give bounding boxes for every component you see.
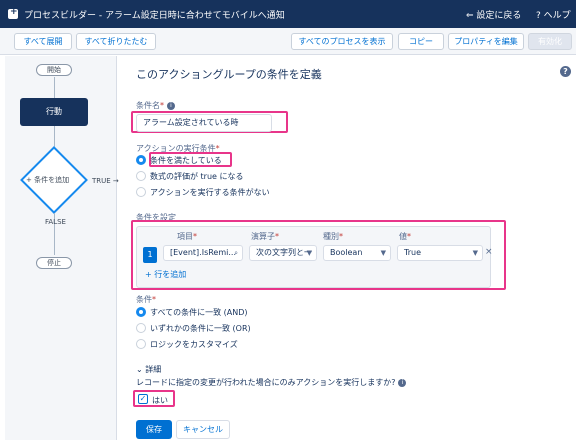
radio-dot (136, 307, 146, 317)
copy-button[interactable]: コピー (398, 33, 444, 50)
search-icon: ⌕ (234, 249, 238, 257)
value-value: True (404, 248, 421, 257)
type-header-text: 種別 (323, 232, 339, 241)
type-select[interactable]: Boolean ▼ (323, 245, 391, 261)
chevron-down-icon: ▼ (380, 249, 386, 257)
help-label: ヘルプ (543, 11, 571, 21)
required-marker: * (160, 101, 164, 110)
radio-label: 数式の評価が true になる (150, 172, 244, 181)
show-all-processes-button[interactable]: すべてのプロセスを表示 (291, 33, 393, 50)
plus-icon: + (145, 270, 152, 279)
operator-column-header: 演算子* (251, 231, 279, 242)
criteria-name-label: 条件名* i (136, 100, 175, 111)
radio-label: 条件を満たしている (150, 156, 222, 165)
field-value: [Event].IsRemi... (170, 248, 236, 257)
required-marker: * (152, 295, 156, 304)
add-row-text: 行を追加 (154, 270, 187, 279)
edit-properties-button[interactable]: プロパティを編集 (448, 33, 524, 50)
info-icon: i (167, 102, 175, 110)
start-node[interactable]: 開始 (36, 64, 72, 76)
connector-line (54, 126, 55, 148)
row-number-badge: 1 (143, 247, 157, 263)
logic-label: 条件* (136, 294, 156, 305)
criteria-name-text: 条件名 (136, 101, 160, 110)
activate-button[interactable]: 有効化 (528, 33, 572, 50)
true-text: TRUE (92, 177, 111, 185)
radio-dot (136, 323, 146, 333)
operator-select[interactable]: 次の文字列と一 ▼ (249, 245, 317, 261)
changes-question-text: レコードに指定の変更が行われた場合にのみアクションを実行しますか? (136, 378, 396, 387)
false-branch-label: FALSE (45, 218, 66, 226)
app-header: プロセスビルダー - アラーム設定日時に合わせてモバイルへ通知 ⇐ 設定に戻る … (0, 0, 576, 28)
add-criteria-text: 条件を追加 (34, 176, 70, 184)
yes-label: はい (152, 396, 168, 405)
radio-formula-true[interactable]: 数式の評価が true になる (136, 171, 244, 182)
conditions-table: 項目* 演算子* 種別* 値* 1 [Event].IsRemi... ⌕ 次の文… (136, 226, 493, 288)
radio-label: ロジックをカスタマイズ (150, 340, 238, 349)
changes-question: レコードに指定の変更が行われた場合にのみアクションを実行しますか? i (136, 377, 407, 388)
radio-any-or[interactable]: いずれかの条件に一致 (OR) (136, 323, 251, 334)
value-column-header: 値* (399, 231, 411, 242)
field-column-header: 項目* (177, 231, 197, 242)
radio-conditions-met[interactable]: 条件を満たしている (136, 155, 222, 166)
radio-dot (136, 339, 146, 349)
cancel-button[interactable]: キャンセル (176, 420, 230, 439)
required-marker: * (275, 232, 279, 241)
arrow-right-icon: → (112, 177, 119, 185)
chevron-down-icon: ⌄ (136, 365, 143, 374)
save-button[interactable]: 保存 (136, 420, 172, 439)
radio-no-criteria[interactable]: アクションを実行する条件がない (136, 187, 270, 198)
yes-checkbox[interactable]: ✓ (138, 394, 148, 404)
connector-line (54, 77, 55, 98)
page-title: プロセスビルダー - アラーム設定日時に合わせてモバイルへ通知 (24, 10, 285, 21)
criteria-panel: このアクショングループの条件を定義 ? 条件名* i アラーム設定されている時 ア… (124, 56, 576, 440)
radio-label: いずれかの条件に一致 (OR) (150, 324, 251, 333)
radio-label: すべての条件に一致 (AND) (150, 308, 248, 317)
radio-dot (136, 155, 146, 165)
collapse-all-button[interactable]: すべて折りたたむ (76, 33, 156, 50)
field-select[interactable]: [Event].IsRemi... ⌕ (163, 245, 243, 261)
radio-all-and[interactable]: すべての条件に一致 (AND) (136, 307, 248, 318)
criteria-name-input[interactable]: アラーム設定されている時 (136, 114, 272, 132)
help-link[interactable]: ? ヘルプ (536, 8, 571, 21)
chevron-down-icon: ▼ (472, 249, 478, 257)
radio-label: アクションを実行する条件がない (150, 188, 270, 197)
toolbar: すべて展開 すべて折りたたむ すべてのプロセスを表示 コピー プロパティを編集 … (0, 28, 576, 55)
expand-all-button[interactable]: すべて展開 (14, 33, 72, 50)
required-marker: * (407, 232, 411, 241)
details-toggle[interactable]: ⌄ 詳細 (136, 364, 161, 375)
operator-header-text: 演算子 (251, 232, 275, 241)
back-to-setup-label: 設定に戻る (476, 11, 522, 21)
info-icon: i (398, 379, 407, 387)
process-builder-icon (8, 7, 18, 19)
add-row-link[interactable]: + 行を追加 (145, 269, 186, 280)
required-marker: * (193, 232, 197, 241)
logic-text: 条件 (136, 295, 152, 304)
delete-row-icon[interactable]: × (485, 247, 493, 257)
true-branch-label: TRUE → (92, 177, 119, 185)
radio-dot (136, 187, 146, 197)
chevron-down-icon: ▼ (306, 249, 312, 257)
field-header-text: 項目 (177, 232, 193, 241)
stop-node[interactable]: 停止 (36, 257, 72, 269)
type-value: Boolean (330, 248, 363, 257)
details-text: 詳細 (145, 365, 162, 374)
value-select[interactable]: True ▼ (397, 245, 483, 261)
help-icon: ? (536, 11, 541, 21)
add-criteria-label[interactable]: + 条件を追加 (26, 175, 69, 185)
back-to-setup-link[interactable]: ⇐ 設定に戻る (466, 8, 521, 21)
type-column-header: 種別* (323, 231, 343, 242)
radio-custom-logic[interactable]: ロジックをカスタマイズ (136, 339, 238, 350)
help-icon[interactable]: ? (560, 66, 571, 77)
required-marker: * (339, 232, 343, 241)
operator-value: 次の文字列と一 (256, 248, 312, 257)
radio-dot (136, 171, 146, 181)
action-group-node[interactable]: 行動 (20, 98, 88, 126)
process-canvas: 開始 行動 + 条件を追加 TRUE → FALSE 停止 (5, 56, 119, 440)
value-header-text: 値 (399, 232, 407, 241)
panel-title: このアクショングループの条件を定義 (136, 68, 322, 81)
